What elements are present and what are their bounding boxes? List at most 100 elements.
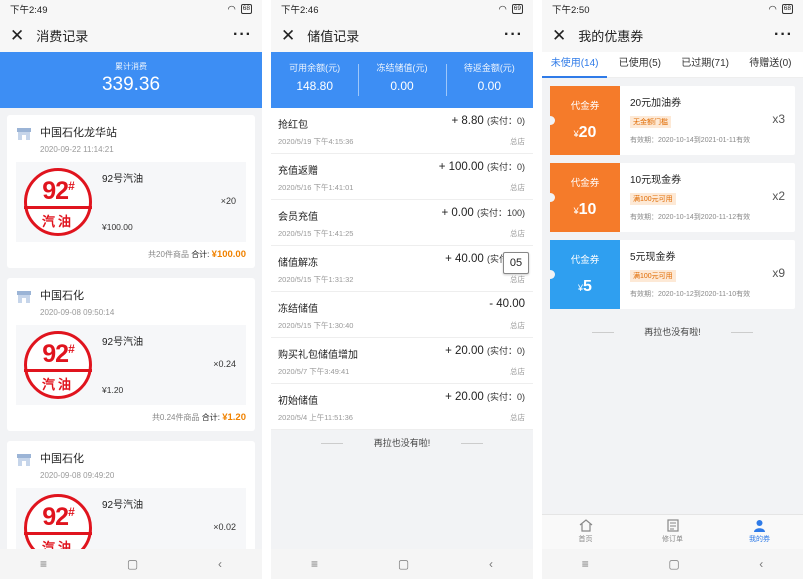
- fuel-92-badge: 92# 汽油: [24, 168, 92, 236]
- pending-refund: 待返金额(元) 0.00: [445, 52, 533, 108]
- tab-used[interactable]: 已使用(5): [607, 52, 672, 78]
- title-bar: ✕ 储值记录 ···: [271, 18, 533, 52]
- status-bar: 下午2:49 ◠ 68: [0, 0, 262, 18]
- status-time: 下午2:50: [552, 5, 590, 16]
- coupon-value-block: 代金券 ¥10: [546, 163, 620, 232]
- more-icon[interactable]: ···: [233, 26, 252, 44]
- system-nav-bar: ≡ ▢ ‹: [0, 549, 262, 579]
- home-icon: [579, 519, 592, 532]
- coupon-value-block: 代金券 ¥5: [546, 240, 620, 309]
- system-nav-bar: ≡ ▢ ‹: [271, 549, 533, 579]
- tab-expired[interactable]: 已过期(71): [673, 52, 738, 78]
- close-icon[interactable]: ✕: [10, 27, 24, 44]
- coupon-condition: 无金额门槛: [630, 116, 671, 128]
- wifi-icon: ◠: [768, 3, 777, 15]
- product-qty: ×0.02: [213, 522, 236, 532]
- battery-icon: 68: [781, 4, 793, 14]
- tab-to-give[interactable]: 待赠送(0): [738, 52, 803, 78]
- store-name: 中国石化: [40, 453, 84, 465]
- wifi-icon: ◠: [498, 3, 507, 15]
- coupon-count: x9: [772, 266, 785, 280]
- store-icon: [17, 291, 31, 303]
- page-title: 储值记录: [307, 28, 360, 44]
- order-date: 2020-09-08 09:50:14: [40, 308, 115, 317]
- coupon-card[interactable]: 代金券 ¥5 5元现金券 满100元可用 有效期：2020-10-12到2020…: [546, 240, 795, 309]
- battery-icon: 68: [240, 4, 252, 14]
- back-icon[interactable]: ‹: [218, 557, 222, 571]
- consumption-records-screen: 下午2:49 ◠ 68 ✕ 消费记录 ··· 累计消费 339.36 中国石化龙华…: [0, 0, 262, 579]
- user-icon: [754, 520, 765, 532]
- coupon-card[interactable]: 代金券 ¥10 10元现金券 满100元可用 有效期：2020-10-14到20…: [546, 163, 795, 232]
- product-price: ¥1.20: [102, 385, 124, 395]
- order-card[interactable]: 中国石化龙华站 2020-09-22 11:14:21 92# 汽油 92号汽油 ×…: [7, 115, 255, 268]
- order-card[interactable]: 中国石化 2020-09-08 09:50:14 92# 汽油 92号汽油 ×0.2…: [7, 278, 255, 431]
- system-nav-bar: ≡ ▢ ‹: [542, 549, 803, 579]
- tab-my-coupons[interactable]: 我的券: [716, 515, 803, 549]
- record-row[interactable]: 会员充值 + 0.00 (实付：100) 2020/5/15 下午1:41:25 总店: [271, 200, 533, 246]
- back-icon[interactable]: ‹: [759, 557, 763, 571]
- product-price: ¥100.00: [102, 222, 133, 232]
- end-of-list-text: 再拉也没有啦!: [542, 325, 803, 338]
- coupon-name: 10元现金券: [630, 175, 682, 186]
- coupon-validity: 有效期：2020-10-12到2020-11-10有效: [630, 291, 751, 298]
- home-icon[interactable]: ▢: [127, 557, 138, 571]
- order-icon: [666, 519, 679, 532]
- order-date: 2020-09-08 09:49:20: [40, 471, 115, 480]
- stored-value-records-screen: 下午2:46 ◠ 69 ✕ 储值记录 ··· 可用余额(元) 148.80 冻结储值…: [271, 0, 533, 579]
- page-title: 我的优惠券: [578, 28, 644, 44]
- coupon-condition: 满100元可用: [630, 193, 676, 205]
- record-row[interactable]: 初始储值 + 20.00 (实付：0) 2020/5/4 上午11:51:36 总店: [271, 384, 533, 430]
- fuel-92-badge: 92# 汽油: [24, 331, 92, 399]
- status-bar: 下午2:46 ◠ 69: [271, 0, 533, 18]
- coupon-count: x3: [772, 112, 785, 126]
- wifi-icon: ◠: [227, 3, 236, 15]
- title-bar: ✕ 消费记录 ···: [0, 18, 262, 52]
- record-row[interactable]: 充值返赠 + 100.00 (实付：0) 2020/5/16 下午1:41:01 总店: [271, 154, 533, 200]
- coupon-validity: 有效期：2020-10-14到2021-01-11有效: [630, 137, 751, 144]
- more-icon[interactable]: ···: [504, 26, 523, 44]
- product-name: 92号汽油: [102, 337, 144, 348]
- tab-unused[interactable]: 未使用(14): [542, 52, 608, 78]
- menu-icon[interactable]: ≡: [311, 557, 318, 571]
- tab-orders[interactable]: 修订单: [629, 515, 716, 549]
- menu-icon[interactable]: ≡: [40, 557, 47, 571]
- order-date: 2020-09-22 11:14:21: [40, 145, 114, 154]
- coupon-condition: 满100元可用: [630, 270, 676, 282]
- order-total: 共0.24件商品 合计: ¥1.20: [151, 412, 246, 423]
- record-row[interactable]: 购买礼包储值增加 + 20.00 (实付：0) 2020/5/7 下午3:49:41…: [271, 338, 533, 384]
- title-bar: ✕ 我的优惠券 ···: [542, 18, 803, 52]
- home-icon[interactable]: ▢: [398, 557, 409, 571]
- tab-home[interactable]: 首页: [542, 515, 629, 549]
- product-qty: ×20: [220, 196, 236, 206]
- order-total: 共20件商品 合计: ¥100.00: [148, 249, 246, 260]
- frozen-balance: 冻结储值(元) 0.00: [358, 52, 445, 108]
- status-bar: 下午2:50 ◠ 68: [542, 0, 803, 18]
- store-name: 中国石化: [40, 290, 84, 302]
- total-label: 累计消费: [115, 62, 147, 71]
- product-qty: ×0.24: [213, 359, 236, 369]
- record-row[interactable]: 抢红包 + 8.80 (实付：0) 2020/5/19 下午4:15:36 总店: [271, 108, 533, 154]
- coupon-value-block: 代金券 ¥20: [546, 86, 620, 155]
- more-icon[interactable]: ···: [774, 26, 793, 44]
- battery-icon: 69: [511, 4, 523, 14]
- total-consumption-banner: 累计消费 339.36: [0, 52, 262, 108]
- home-icon[interactable]: ▢: [668, 557, 679, 571]
- record-row[interactable]: 储值解冻+ 40.00 (实付：0)2020/5/15 下午1:31:32总店: [271, 246, 533, 292]
- record-list: 抢红包 + 8.80 (实付：0) 2020/5/19 下午4:15:36 总店 充值…: [271, 108, 533, 430]
- balance-summary: 可用余额(元) 148.80 冻结储值(元) 0.00 待返金额(元) 0.00: [271, 52, 533, 108]
- menu-icon[interactable]: ≡: [582, 557, 589, 571]
- close-icon[interactable]: ✕: [552, 27, 566, 44]
- store-name: 中国石化龙华站: [40, 127, 117, 139]
- close-icon[interactable]: ✕: [281, 27, 295, 44]
- bottom-tab-bar: 首页 修订单 我的券: [542, 514, 803, 549]
- status-time: 下午2:46: [281, 5, 319, 16]
- coupon-card[interactable]: 代金券 ¥20 20元加油券 无金额门槛 有效期：2020-10-14到2021…: [546, 86, 795, 155]
- store-icon: [17, 128, 31, 140]
- available-balance: 可用余额(元) 148.80: [289, 63, 341, 93]
- product-row: 92# 汽油 92号汽油 ×0.24 ¥1.20: [16, 325, 246, 405]
- record-row[interactable]: 冻结储值 - 40.00 2020/5/15 下午1:30:40 总店: [271, 292, 533, 338]
- floating-label: 05: [503, 252, 529, 274]
- my-coupons-screen: 下午2:50 ◠ 68 ✕ 我的优惠券 ··· 未使用(14) 已使用(5) 已过…: [542, 0, 803, 579]
- coupon-name: 5元现金券: [630, 252, 676, 263]
- back-icon[interactable]: ‹: [489, 557, 493, 571]
